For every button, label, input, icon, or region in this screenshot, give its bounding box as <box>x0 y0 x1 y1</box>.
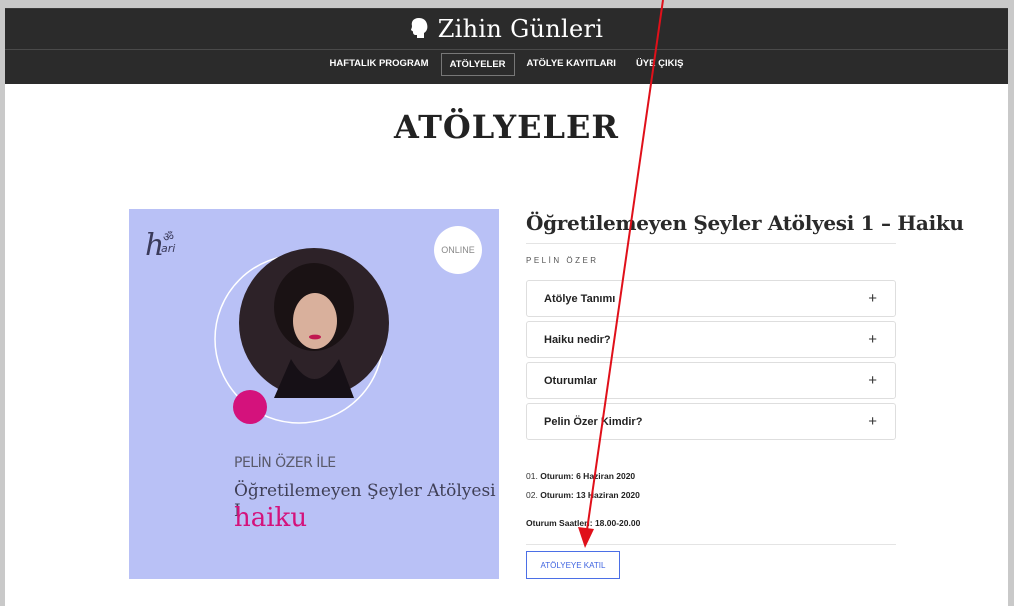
head-profile-icon <box>410 17 428 45</box>
poster-highlight: haiku <box>234 503 308 533</box>
svg-text:ॐ: ॐ <box>163 230 174 244</box>
accordion-label: Haiku nedir? <box>544 334 611 346</box>
plus-icon[interactable]: + <box>868 331 877 348</box>
accordion-atolye-tanimi[interactable]: Atölye Tanımı + <box>526 280 896 317</box>
session-1: 01. Oturum: 6 Haziran 2020 <box>526 471 635 481</box>
accordion-label: Pelin Özer Kimdir? <box>544 416 643 428</box>
session-number: 01. <box>526 471 538 481</box>
title-divider <box>526 243 896 244</box>
nav-atolyeler[interactable]: ATÖLYELER <box>440 53 515 76</box>
workshop-author: PELİN ÖZER <box>526 256 599 265</box>
accordion-oturumlar[interactable]: Oturumlar + <box>526 362 896 399</box>
session-hours-text: Oturum Saatleri: 18.00-20.00 <box>526 518 641 528</box>
session-text: Oturum: 13 Haziran 2020 <box>540 490 640 500</box>
site-header: Zihin Günleri HAFTALIK PROGRAM ATÖLYELER… <box>5 8 1008 84</box>
hari-logo: h ari ॐ <box>145 228 175 263</box>
session-number: 02. <box>526 490 538 500</box>
accordion-pelin-ozer-kimdir[interactable]: Pelin Özer Kimdir? + <box>526 403 896 440</box>
workshop-title: Öğretilemeyen Şeyler Atölyesi 1 – Haiku <box>526 211 964 235</box>
page-title: ATÖLYELER <box>394 108 619 146</box>
nav-divider <box>5 49 1008 50</box>
session-text: Oturum: 6 Haziran 2020 <box>540 471 636 481</box>
plus-icon[interactable]: + <box>868 290 877 307</box>
nav-atolye-kayitlari[interactable]: ATÖLYE KAYITLARI <box>519 53 624 76</box>
accordion-label: Oturumlar <box>544 375 598 387</box>
browser-top-strip <box>5 0 1008 8</box>
plus-icon[interactable]: + <box>868 413 877 430</box>
poster-instructor: PELİN ÖZER İLE <box>234 455 336 471</box>
info-divider <box>526 544 896 545</box>
session-hours: Oturum Saatleri: 18.00-20.00 <box>526 518 640 528</box>
main-nav: HAFTALIK PROGRAM ATÖLYELER ATÖLYE KAYITL… <box>5 53 1008 76</box>
join-workshop-button[interactable]: ATÖLYEYE KATIL <box>526 551 620 579</box>
plus-icon[interactable]: + <box>868 372 877 389</box>
site-brand[interactable]: Zihin Günleri <box>5 15 1008 45</box>
nav-uye-cikis[interactable]: ÜYE ÇIKIŞ <box>628 53 692 76</box>
session-2: 02. Oturum: 13 Haziran 2020 <box>526 490 640 500</box>
site-title: Zihin Günleri <box>437 15 604 43</box>
nav-haftalik-program[interactable]: HAFTALIK PROGRAM <box>322 53 437 76</box>
workshop-poster: h ari ॐ ONLINE PELİN ÖZER İLE Öğretileme… <box>129 209 499 579</box>
accordion-label: Atölye Tanımı <box>544 293 616 305</box>
online-badge: ONLINE <box>434 226 482 274</box>
pink-dot <box>233 390 267 424</box>
accordion-haiku-nedir[interactable]: Haiku nedir? + <box>526 321 896 358</box>
